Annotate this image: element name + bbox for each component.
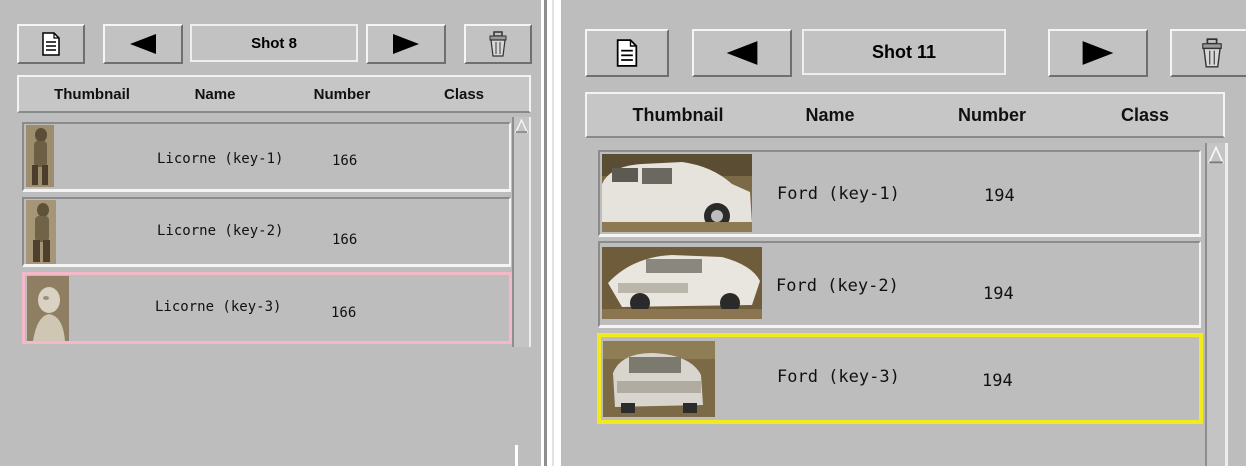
left-arrow-icon [726, 41, 758, 65]
document-button[interactable] [585, 29, 669, 77]
row-name: Ford (key-3) [777, 367, 900, 387]
column-header: Thumbnail Name Number Class [585, 92, 1225, 138]
table-row[interactable]: Licorne (key-2) 166 [22, 197, 511, 267]
thumbnail-image [602, 247, 762, 319]
thumbnail-image [603, 341, 715, 417]
previous-shot-button[interactable] [103, 24, 183, 64]
vertical-scrollbar[interactable] [512, 117, 531, 347]
shot-title: Shot 8 [190, 24, 358, 62]
table-row-selected[interactable]: Licorne (key-3) 166 [22, 272, 512, 344]
next-shot-button[interactable] [1048, 29, 1148, 77]
row-name: Licorne (key-1) [157, 151, 284, 167]
scroll-up-button[interactable] [514, 117, 529, 135]
delete-button[interactable] [464, 24, 532, 64]
thumbnail-image [26, 200, 56, 264]
table-row-selected[interactable]: Ford (key-3) 194 [597, 333, 1203, 424]
row-name: Ford (key-2) [776, 276, 899, 296]
previous-shot-button[interactable] [692, 29, 792, 77]
right-arrow-icon [1082, 41, 1114, 65]
row-number: 194 [982, 371, 1013, 391]
table-row[interactable]: Licorne (key-1) 166 [22, 122, 511, 192]
row-number: 166 [331, 305, 357, 321]
scroll-up-arrow-icon [515, 119, 528, 133]
scroll-up-arrow-icon [1208, 146, 1224, 164]
scroll-up-button[interactable] [1207, 143, 1225, 167]
row-name: Licorne (key-3) [155, 299, 282, 315]
column-name[interactable]: Name [155, 77, 275, 111]
scrollbar-track-edge [515, 445, 518, 466]
column-number[interactable]: Number [927, 94, 1057, 136]
thumbnail-image [27, 276, 69, 341]
thumbnail-image [26, 125, 54, 187]
row-name: Ford (key-1) [777, 184, 900, 204]
panel-separator [541, 0, 559, 466]
table-row[interactable]: Ford (key-2) 194 [598, 241, 1201, 328]
row-number: 194 [984, 186, 1015, 206]
document-icon [616, 39, 638, 67]
trash-icon [1202, 38, 1222, 68]
shot-title: Shot 11 [802, 29, 1006, 75]
row-name: Licorne (key-2) [157, 223, 284, 239]
column-class[interactable]: Class [409, 77, 519, 111]
document-icon [42, 32, 60, 56]
column-class[interactable]: Class [1077, 94, 1213, 136]
trash-icon [489, 31, 507, 57]
delete-button[interactable] [1170, 29, 1246, 77]
table-row[interactable]: Ford (key-1) 194 [598, 150, 1201, 237]
left-arrow-icon [130, 34, 156, 54]
right-arrow-icon [393, 34, 419, 54]
row-number: 166 [332, 153, 358, 169]
vertical-scrollbar[interactable] [1205, 143, 1227, 466]
column-thumbnail[interactable]: Thumbnail [601, 94, 755, 136]
next-shot-button[interactable] [366, 24, 446, 64]
row-number: 166 [332, 232, 358, 248]
keyframe-browser-shot-11: Shot 11 Thumbnail Name Number Class Ford… [561, 0, 1246, 466]
document-button[interactable] [17, 24, 85, 64]
thumbnail-image [602, 154, 752, 232]
column-thumbnail[interactable]: Thumbnail [29, 77, 155, 111]
column-header: Thumbnail Name Number Class [17, 75, 531, 113]
column-name[interactable]: Name [755, 94, 905, 136]
scrollbar-edge [1227, 143, 1233, 466]
row-number: 194 [983, 284, 1014, 304]
keyframe-browser-shot-8: Shot 8 Thumbnail Name Number Class Licor… [0, 0, 541, 466]
column-number[interactable]: Number [289, 77, 395, 111]
